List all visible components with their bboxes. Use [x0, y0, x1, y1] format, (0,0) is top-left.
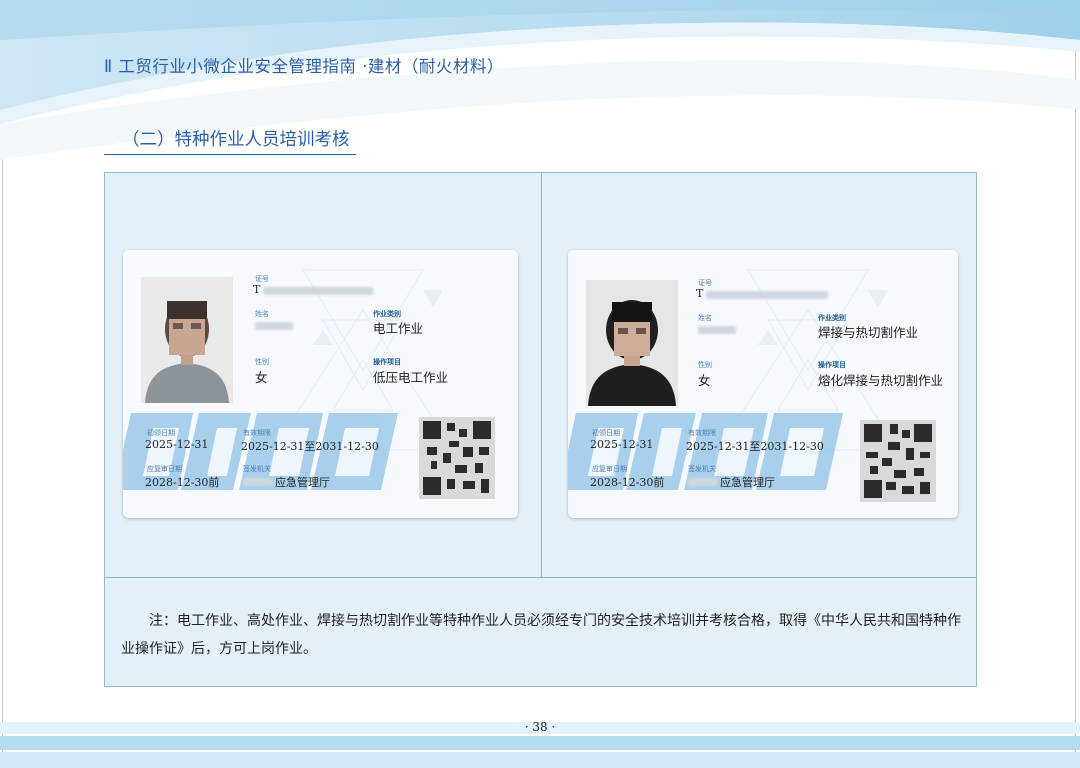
item-value: 低压电工作业 — [373, 370, 449, 385]
name-label: 姓名 — [698, 314, 712, 322]
name-label: 姓名 — [255, 310, 269, 318]
first-issue-label: 初领日期 — [592, 429, 620, 437]
qr-code — [860, 420, 936, 502]
gender-label: 性别 — [698, 361, 712, 369]
valid-value: 2025-12-31至2031-12-30 — [686, 440, 824, 453]
page-number: · 38 · — [524, 720, 556, 734]
gender-value: 女 — [255, 370, 268, 385]
note-text: 注：电工作业、高处作业、焊接与热切割作业等特种作业人员必须经专门的安全技术培训并… — [121, 613, 961, 657]
valid-value: 2025-12-31至2031-12-30 — [241, 440, 379, 453]
name-redacted — [255, 322, 293, 330]
header-wave-decoration — [0, 0, 1080, 160]
first-issue-value: 2025-12-31 — [145, 438, 209, 451]
issuer-label: 签发机关 — [688, 465, 716, 473]
first-issue-value: 2025-12-31 — [590, 438, 654, 451]
valid-label: 有效期限 — [243, 429, 271, 437]
content-box: 证号 T 姓名 性别 女 作业类别 电工作业 操作项目 低压电工作业 初领日期 … — [104, 172, 977, 687]
gender-label: 性别 — [255, 358, 269, 366]
review-label: 应复审日期 — [147, 465, 182, 473]
cert-no-prefix: T — [253, 283, 261, 296]
holder-photo — [141, 277, 233, 403]
category-value: 焊接与热切割作业 — [818, 325, 919, 340]
review-label: 应复审日期 — [592, 465, 627, 473]
item-label: 操作项目 — [373, 358, 401, 366]
certificate-card-welding: 证号 T 姓名 性别 女 作业类别 焊接与热切割作业 操作项目 熔化焊接与热切割… — [568, 250, 958, 518]
issuer-label: 签发机关 — [243, 465, 271, 473]
certificate-card-electrical: 证号 T 姓名 性别 女 作业类别 电工作业 操作项目 低压电工作业 初领日期 … — [123, 250, 518, 518]
review-value: 2028-12-30前 — [145, 476, 220, 489]
item-value: 熔化焊接与热切割作业 — [818, 373, 944, 388]
running-header: Ⅱ 工贸行业小微企业安全管理指南 ·建材（耐火材料） — [104, 57, 504, 76]
review-value: 2028-12-30前 — [590, 476, 665, 489]
name-redacted — [698, 326, 736, 334]
holder-photo — [586, 280, 678, 406]
qr-code — [419, 417, 495, 499]
section-title: （二）特种作业人员培训考核 — [104, 126, 356, 155]
cert-no-redacted — [706, 291, 828, 299]
issuer-value: 应急管理厅 — [275, 476, 330, 489]
issuer-redacted — [243, 478, 273, 486]
cert-no-redacted — [263, 287, 373, 295]
item-label: 操作项目 — [818, 361, 846, 369]
cert-no-prefix: T — [696, 287, 704, 300]
first-issue-label: 初领日期 — [147, 429, 175, 437]
gender-value: 女 — [698, 373, 711, 388]
category-value: 电工作业 — [373, 321, 424, 336]
issuer-value: 应急管理厅 — [720, 476, 775, 489]
column-divider — [541, 173, 542, 577]
valid-label: 有效期限 — [688, 429, 716, 437]
issuer-redacted — [688, 478, 718, 486]
